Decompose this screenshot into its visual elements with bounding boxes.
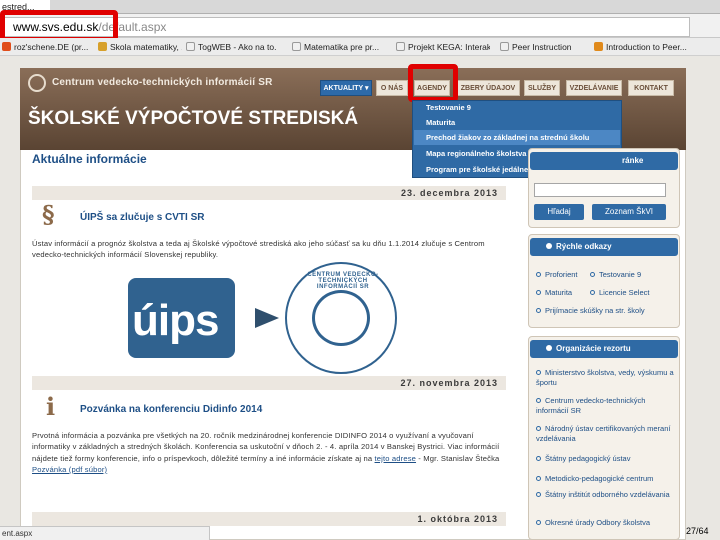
cvti-logo-icon[interactable] — [28, 74, 46, 92]
search-input[interactable] — [534, 183, 666, 197]
agendy-highlight-box — [408, 64, 458, 102]
circle-bullet-icon — [536, 308, 541, 313]
bookmark-icon — [292, 42, 301, 51]
bullet-icon — [546, 243, 552, 249]
org-link-label: Národný ústav certifikovaných meraní vzd… — [536, 424, 671, 443]
nav-tab-o-nas[interactable]: O NÁS — [376, 80, 408, 96]
bookmark-item[interactable]: Skola matematiky, ... — [98, 40, 182, 54]
post-link[interactable]: tejto adrese — [375, 454, 416, 463]
post-body: Prvotná informácia a pozvánka pre všetký… — [32, 430, 506, 475]
bookmark-icon — [594, 42, 603, 51]
bookmark-icon — [396, 42, 405, 51]
nav-tab-sluzby[interactable]: SLUŽBY — [524, 80, 560, 96]
cvti-logo-text: CENTRUM VEDECKO-TECHNICKÝCH INFORMÁCIÍ S… — [307, 272, 379, 290]
post-title[interactable]: ÚIPŠ sa zlučuje s CVTI SR — [80, 212, 204, 223]
circle-bullet-icon — [536, 476, 541, 481]
circle-bullet-icon — [536, 492, 541, 497]
bookmark-label: Introduction to Peer... — [606, 42, 687, 52]
pdf-invitation-link[interactable]: Pozvánka (pdf súbor) — [32, 465, 107, 474]
quick-links-title: Rýchle odkazy — [556, 242, 612, 251]
bullet-icon — [546, 345, 552, 351]
post-body: Ústav informácií a prognóz školstva a te… — [32, 239, 485, 260]
org-link[interactable]: Centrum vedecko-technických informácií S… — [536, 396, 676, 416]
bookmark-label: TogWEB - Ako na to... — [198, 42, 276, 52]
circle-bullet-icon — [536, 290, 541, 295]
org-link-label: Štátny pedagogický ústav — [545, 454, 631, 463]
organizations-head: Organizácie rezortu — [530, 340, 678, 358]
quick-link-label: Licencie Select — [599, 288, 650, 297]
index-button[interactable]: Zoznam ŠkVI — [592, 204, 666, 220]
nav-tab-zbery-udajov[interactable]: ZBERY ÚDAJOV — [456, 80, 520, 96]
site-logo-text[interactable]: Centrum vedecko-technických informácií S… — [52, 77, 273, 88]
org-link-label: Centrum vedecko-technických informácií S… — [536, 396, 646, 415]
org-link-label: Metodicko-pedagogické centrum — [545, 474, 654, 483]
circle-bullet-icon — [536, 398, 541, 403]
quick-link-label: Prijímacie skúšky na str. školy — [545, 306, 645, 315]
bookmark-label: Projekt KEGA: Interak... — [408, 42, 490, 52]
info-icon: i — [46, 392, 56, 421]
org-link-label: Štátny inštitút odborného vzdelávania — [545, 490, 670, 499]
bookmark-icon — [2, 42, 11, 51]
organizations-title: Organizácie rezortu — [556, 344, 631, 353]
circle-bullet-icon — [536, 456, 541, 461]
bookmark-label: Skola matematiky, ... — [110, 42, 182, 52]
post-body-tail: - Mgr. Stanislav Štečka — [416, 453, 500, 463]
quick-link[interactable]: Proforient — [536, 270, 578, 280]
dropdown-item-prechod[interactable]: Prechod žiakov zo základnej na strednú š… — [414, 130, 620, 145]
org-link-label: Ministerstvo školstva, vedy, výskumu a š… — [536, 368, 674, 387]
circle-bullet-icon — [590, 272, 595, 277]
org-link[interactable]: Štátny pedagogický ústav — [536, 454, 676, 464]
status-bar: ent.aspx — [0, 526, 210, 540]
circle-bullet-icon — [536, 426, 541, 431]
nav-tab-kontakt[interactable]: KONTAKT — [628, 80, 674, 96]
arrow-right-icon — [255, 308, 279, 328]
quick-link[interactable]: Maturita — [536, 288, 572, 298]
org-link[interactable]: Metodicko-pedagogické centrum — [536, 474, 676, 484]
site-title: ŠKOLSKÉ VÝPOČTOVÉ STREDISKÁ — [28, 108, 359, 129]
post-date: 27. novembra 2013 — [32, 376, 506, 390]
quick-links-head: Rýchle odkazy — [530, 238, 678, 256]
bookmark-label: Matematika pre pr... — [304, 42, 380, 52]
bookmark-item[interactable]: TogWEB - Ako na to... — [186, 40, 276, 54]
org-link[interactable]: Okresné úrady Odbory školstva — [536, 518, 676, 528]
bookmark-item[interactable]: roz'schene.DE (pr... — [2, 40, 94, 54]
org-link-label: Okresné úrady Odbory školstva — [545, 518, 651, 527]
post-title[interactable]: Pozvánka na konferenciu Didinfo 2014 — [80, 404, 262, 415]
uips-logo-text: úips — [132, 296, 219, 345]
quick-link[interactable]: Testovanie 9 — [590, 270, 641, 280]
bookmark-item[interactable]: Introduction to Peer... — [594, 40, 714, 54]
bookmark-label: Peer Instruction — [512, 42, 572, 52]
dropdown-item-maturita[interactable]: Maturita — [414, 115, 620, 130]
bookmark-icon — [500, 42, 509, 51]
nav-tab-vzdelavanie[interactable]: VZDELÁVANIE — [566, 80, 622, 96]
bookmark-icon — [186, 42, 195, 51]
circle-bullet-icon — [590, 290, 595, 295]
nav-tab-aktuality[interactable]: AKTUALITY ▾ — [320, 80, 372, 96]
slide-counter: 27/64 — [686, 526, 709, 536]
quick-link[interactable]: Prijímacie skúšky na str. školy — [536, 306, 645, 316]
bookmark-item[interactable]: Projekt KEGA: Interak... — [396, 40, 490, 54]
sidebar-search-head: ránke — [530, 152, 678, 170]
circle-bullet-icon — [536, 520, 541, 525]
post-date: 1. októbra 2013 — [32, 512, 506, 526]
quick-link-label: Testovanie 9 — [599, 270, 642, 279]
bookmark-item[interactable]: Matematika pre pr... — [292, 40, 386, 54]
quick-link-label: Maturita — [545, 288, 573, 297]
org-link[interactable]: Štátny inštitút odborného vzdelávania — [536, 490, 676, 500]
quick-link[interactable]: Licencie Select — [590, 288, 649, 298]
cvti-logo-inner — [312, 290, 370, 346]
quick-link-label: Proforient — [545, 270, 578, 279]
bookmark-icon — [98, 42, 107, 51]
paragraph-icon: § — [42, 200, 55, 229]
main-heading: Aktuálne informácie — [32, 152, 147, 166]
circle-bullet-icon — [536, 370, 541, 375]
org-link[interactable]: Ministerstvo školstva, vedy, výskumu a š… — [536, 368, 676, 388]
org-link[interactable]: Národný ústav certifikovaných meraní vzd… — [536, 424, 676, 444]
post-date: 23. decembra 2013 — [32, 186, 506, 200]
bookmark-label: roz'schene.DE (pr... — [14, 42, 89, 52]
bookmark-item[interactable]: Peer Instruction — [500, 40, 584, 54]
search-button[interactable]: Hľadaj — [534, 204, 584, 220]
dropdown-item-testovanie[interactable]: Testovanie 9 — [414, 100, 620, 115]
circle-bullet-icon — [536, 272, 541, 277]
